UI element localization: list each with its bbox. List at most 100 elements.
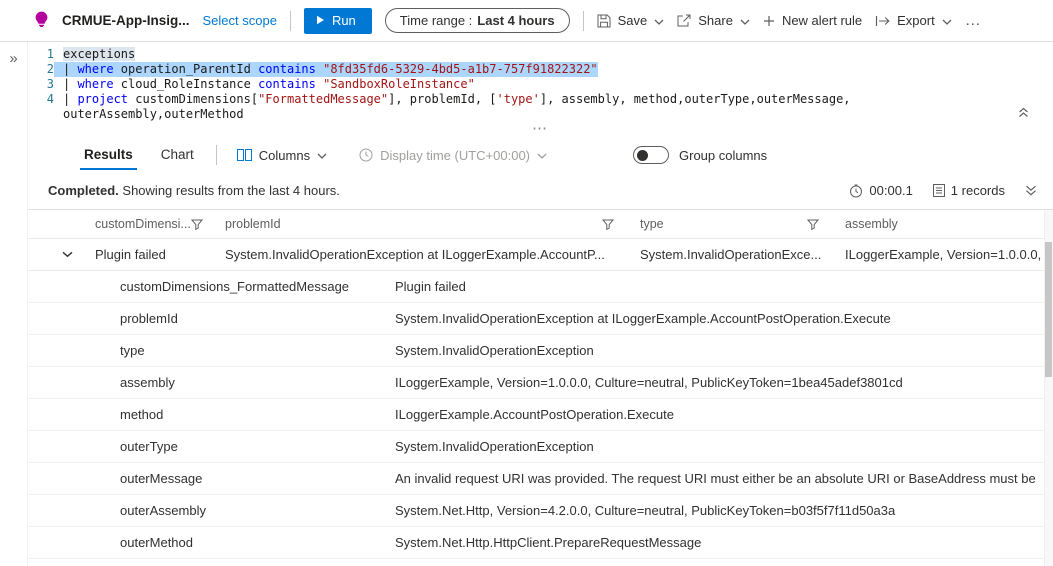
expand-sidebar-icon[interactable]: »	[9, 50, 17, 67]
plus-icon	[763, 15, 775, 27]
status-bar: Completed. Showing results from the last…	[28, 172, 1053, 210]
detail-row[interactable]: customDimensions_FormattedMessage Plugin …	[28, 271, 1053, 303]
columns-icon	[236, 149, 252, 161]
result-cell: System.InvalidOperationException at ILog…	[225, 247, 605, 262]
table-header-row: customDimensi... problemId type assembly	[28, 210, 1053, 239]
column-header-type[interactable]: type	[640, 217, 845, 231]
group-columns-label: Group columns	[679, 147, 768, 163]
detail-value: An invalid request URI was provided. The…	[395, 471, 1036, 486]
code-line[interactable]: outerAssembly,outerMethod	[28, 107, 1053, 122]
row-expand-chevron-icon[interactable]	[28, 251, 95, 258]
code-line[interactable]: 1 exceptions	[28, 47, 1053, 62]
line-number: 2	[46, 62, 54, 76]
expand-results-icon[interactable]	[1025, 185, 1037, 196]
column-header-label: customDimensi...	[95, 217, 191, 231]
detail-row[interactable]: outerMessage An invalid request URI was p…	[28, 463, 1053, 495]
detail-row[interactable]: problemId System.InvalidOperationExceptio…	[28, 303, 1053, 335]
code-line[interactable]: 3 | where cloud_RoleInstance contains "Sa…	[28, 77, 1053, 92]
column-header-customdimensions[interactable]: customDimensi...	[95, 217, 225, 231]
display-time-label: Display time (UTC+00:00)	[380, 147, 530, 163]
elapsed-time: 00:00.1	[869, 183, 913, 198]
line-number: 3	[46, 77, 54, 91]
code-line[interactable]: 2 | where operation_ParentId contains "8f…	[28, 62, 1053, 77]
detail-value: System.Net.Http, Version=4.2.0.0, Cultur…	[395, 503, 896, 518]
code-text: | where cloud_RoleInstance contains "San…	[63, 77, 475, 91]
detail-key: type	[120, 343, 145, 358]
columns-dropdown[interactable]: Columns	[236, 148, 327, 163]
detail-key: outerMessage	[120, 471, 203, 486]
save-button[interactable]: Save	[597, 13, 665, 28]
detail-row[interactable]: assembly ILoggerExample, Version=1.0.0.0,…	[28, 367, 1053, 399]
tab-results-label: Results	[84, 147, 133, 162]
tabbar-divider	[215, 145, 217, 165]
editor-lines: 1 exceptions 2 | where operation_ParentId c…	[28, 47, 1053, 122]
filter-icon[interactable]	[807, 219, 819, 230]
detail-row[interactable]: outerType System.InvalidOperationExceptio…	[28, 431, 1053, 463]
time-range-label: Time range :	[399, 13, 473, 28]
tab-results[interactable]: Results	[80, 139, 137, 171]
line-number: 1	[46, 47, 54, 61]
share-button[interactable]: Share	[677, 13, 750, 28]
detail-row[interactable]: type System.InvalidOperationException	[28, 335, 1053, 367]
timer-icon	[849, 184, 863, 198]
chevron-down-icon	[654, 19, 664, 25]
save-label: Save	[617, 13, 648, 28]
save-icon	[597, 14, 611, 28]
detail-value: System.InvalidOperationException	[395, 439, 594, 454]
chevron-down-icon	[740, 19, 750, 25]
detail-row[interactable]: outerAssembly System.Net.Http, Version=4.…	[28, 495, 1053, 527]
column-header-problemid[interactable]: problemId	[225, 217, 640, 231]
line-number: 4	[46, 92, 54, 106]
play-icon	[316, 15, 325, 25]
collapse-editor-icon[interactable]	[1018, 107, 1029, 121]
records-icon	[932, 184, 945, 197]
more-button[interactable]: …	[965, 12, 982, 30]
vertical-scrollbar[interactable]	[1044, 210, 1053, 566]
tab-chart-label: Chart	[160, 147, 194, 162]
new-alert-rule-label: New alert rule	[781, 13, 863, 28]
result-row[interactable]: Plugin failed System.InvalidOperationExc…	[28, 239, 1053, 271]
detail-value: ILoggerExample.AccountPostOperation.Exec…	[395, 407, 674, 422]
scrollbar-thumb[interactable]	[1045, 242, 1052, 377]
toolbar-divider	[289, 10, 291, 31]
status-right: 00:00.1 1 records	[837, 183, 1037, 198]
chevron-down-icon	[942, 19, 952, 25]
run-button[interactable]: Run	[303, 7, 372, 34]
app-title: CRMUE-App-Insig...	[62, 13, 190, 28]
line-number	[28, 107, 54, 122]
detail-row[interactable]: outerMethod System.Net.Http.HttpClient.Pr…	[28, 527, 1053, 559]
records-group: 1 records	[932, 183, 1005, 198]
select-scope-link[interactable]: Select scope	[203, 13, 277, 28]
main-content: 1 exceptions 2 | where operation_ParentId c…	[28, 42, 1053, 566]
toolbar-divider	[582, 10, 584, 31]
query-editor[interactable]: 1 exceptions 2 | where operation_ParentId c…	[28, 42, 1053, 125]
result-cell: Plugin failed	[95, 247, 166, 262]
filter-icon[interactable]	[602, 219, 614, 230]
detail-key: outerType	[120, 439, 178, 454]
run-label: Run	[331, 12, 356, 28]
column-header-assembly[interactable]: assembly	[845, 217, 1053, 231]
column-header-label: type	[640, 217, 664, 231]
share-label: Share	[698, 13, 733, 28]
display-time-dropdown[interactable]: Display time (UTC+00:00)	[359, 148, 547, 163]
export-button[interactable]: Export	[875, 13, 952, 28]
status-detail: Showing results from the last 4 hours.	[118, 183, 340, 198]
splitter-handle[interactable]: ⋯	[28, 121, 1053, 138]
code-text: | project customDimensions["FormattedMes…	[63, 92, 851, 106]
detail-value: System.InvalidOperationException at ILog…	[395, 311, 891, 326]
new-alert-rule-button[interactable]: New alert rule	[763, 13, 862, 28]
code-text: | where operation_ParentId contains "8fd…	[54, 62, 598, 77]
status-completed: Completed.	[48, 183, 119, 198]
code-text: exceptions	[63, 47, 136, 61]
time-range-button[interactable]: Time range : Last 4 hours	[384, 8, 570, 33]
detail-row[interactable]: method ILoggerExample.AccountPostOperatio…	[28, 399, 1053, 431]
elapsed-group: 00:00.1	[849, 183, 913, 198]
filter-icon[interactable]	[190, 219, 203, 230]
detail-key: assembly	[120, 375, 175, 390]
group-columns-toggle[interactable]	[633, 146, 669, 164]
detail-key: customDimensions_FormattedMessage	[120, 279, 350, 294]
tab-chart[interactable]: Chart	[159, 139, 196, 171]
result-cell: System.InvalidOperationExce...	[640, 247, 822, 262]
results-tabbar: Results Chart Columns Display time (UTC+…	[28, 138, 1053, 172]
code-line[interactable]: 4 | project customDimensions["FormattedMe…	[28, 92, 1053, 107]
